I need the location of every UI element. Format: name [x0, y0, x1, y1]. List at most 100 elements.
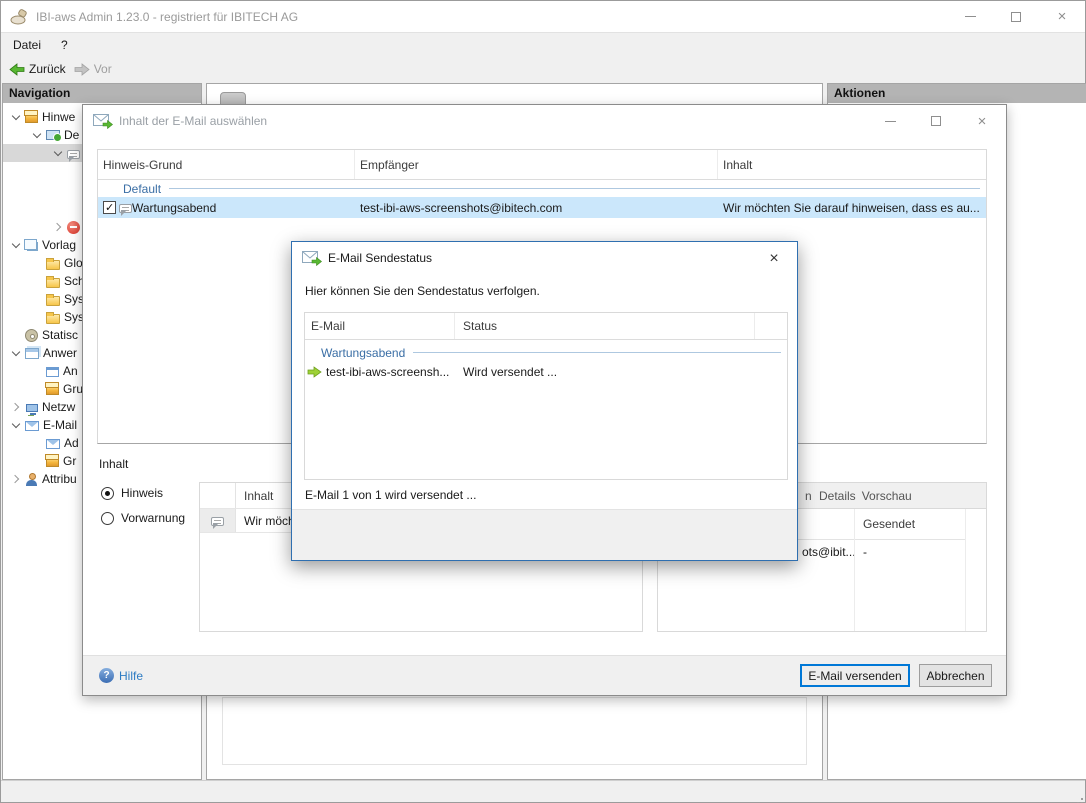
status-subtitle: Hier können Sie den Sendestatus verfolge…: [305, 284, 540, 298]
gear-icon: [25, 329, 38, 342]
group-label: Default: [123, 182, 161, 196]
preview-row-sent: -: [855, 540, 965, 564]
chevron-down-icon[interactable]: [9, 238, 23, 252]
radio-vorwarnung[interactable]: [101, 512, 114, 525]
titlebar: IBI-aws Admin 1.23.0 - registriert für I…: [1, 1, 1085, 32]
column-inhalt[interactable]: Inhalt: [718, 150, 986, 179]
chevron-down-icon[interactable]: [9, 346, 23, 360]
radio-hinweis-label: Hinweis: [121, 486, 163, 500]
help-icon: ?: [99, 668, 114, 683]
preview-spacer-column: [966, 509, 986, 631]
column-spacer: [755, 313, 787, 339]
chevron-right-icon[interactable]: [9, 472, 23, 486]
status-close-button[interactable]: ×: [759, 248, 789, 270]
sending-arrow-icon: [307, 366, 322, 378]
app-window: IBI-aws Admin 1.23.0 - registriert für I…: [0, 0, 1086, 803]
toolbar: Zurück Vor: [1, 57, 1085, 81]
icon-column-header: [200, 483, 236, 508]
network-icon: [26, 404, 38, 412]
gesendet-column-header[interactable]: Gesendet: [855, 509, 965, 540]
column-empfaenger[interactable]: Empfänger: [355, 150, 718, 179]
status-row-email: test-ibi-aws-screensh...: [326, 365, 449, 379]
send-email-button[interactable]: E-Mail versenden: [800, 664, 910, 687]
cancel-button[interactable]: Abbrechen: [919, 664, 992, 687]
select-dialog-titlebar: Inhalt der E-Mail auswählen ×: [83, 105, 1006, 137]
folder-icon: [46, 314, 60, 324]
status-dialog-title: E-Mail Sendestatus: [328, 251, 432, 265]
group-row-wartungsabend: Wartungsabend: [305, 344, 787, 361]
app-window-icon: [46, 367, 59, 377]
group-label: Wartungsabend: [321, 346, 405, 360]
menu-datei[interactable]: Datei: [1, 33, 51, 57]
row-recipient: test-ibi-aws-screenshots@ibitech.com: [355, 197, 718, 218]
menu-help[interactable]: ?: [51, 33, 78, 57]
close-icon: ×: [978, 114, 987, 129]
mail-icon: [25, 421, 39, 431]
status-dialog-footer: [292, 509, 797, 560]
maximize-icon: [1011, 12, 1021, 22]
group-divider-line: [169, 188, 980, 189]
actions-header: Aktionen: [828, 84, 1086, 103]
select-dialog-footer: ? Hilfe E-Mail versenden Abbrechen: [83, 655, 1006, 695]
radio-hinweis[interactable]: [101, 487, 114, 500]
forward-button[interactable]: Vor: [74, 62, 112, 76]
column-email[interactable]: E-Mail: [305, 313, 455, 339]
chevron-down-icon[interactable]: [51, 146, 65, 160]
tab-vorschau[interactable]: Vorschau: [862, 489, 912, 503]
help-label: Hilfe: [119, 669, 143, 683]
inhalt-column-header[interactable]: Inhalt: [236, 483, 273, 508]
notice-chat-icon: [119, 204, 132, 213]
email-send-icon: [93, 114, 113, 129]
folder-icon: [46, 278, 60, 288]
progress-text: E-Mail 1 von 1 wird versendet ...: [305, 488, 476, 502]
back-label: Zurück: [29, 62, 66, 76]
content-section-label: Inhalt: [99, 457, 128, 471]
tab-hidden-fragment[interactable]: n: [805, 489, 813, 503]
forward-arrow-icon: [74, 63, 90, 76]
radio-row-hinweis: Hinweis: [101, 486, 163, 500]
chevron-right-icon[interactable]: [9, 400, 23, 414]
dialog-close-button[interactable]: ×: [959, 110, 1005, 132]
status-table-row[interactable]: test-ibi-aws-screensh... Wird versendet …: [305, 361, 787, 383]
group-package-icon: [46, 385, 59, 395]
help-link[interactable]: ? Hilfe: [99, 668, 143, 683]
status-row-status: Wird versendet ...: [455, 365, 557, 379]
status-table: E-Mail Status Wartungsabend test-ibi-aws…: [304, 312, 788, 480]
resize-grip-icon[interactable]: [1077, 794, 1079, 796]
group-package-icon: [46, 457, 59, 467]
table-header-row: Hinweis-Grund Empfänger Inhalt: [98, 150, 986, 180]
dialog-minimize-button[interactable]: [867, 110, 913, 132]
maximize-icon: [931, 116, 941, 126]
monitor-check-icon: [46, 130, 60, 140]
tab-details[interactable]: Details: [819, 489, 856, 503]
close-button[interactable]: ×: [1039, 1, 1085, 32]
send-status-dialog: E-Mail Sendestatus × Hier können Sie den…: [291, 241, 798, 561]
dialog-maximize-button[interactable]: [913, 110, 959, 132]
templates-icon: [27, 242, 38, 251]
forward-label: Vor: [94, 62, 112, 76]
chevron-right-icon[interactable]: [51, 220, 65, 234]
envelope-icon: [46, 439, 60, 449]
email-send-icon: [302, 251, 322, 266]
table-row[interactable]: Wartungsabend test-ibi-aws-screenshots@i…: [98, 197, 986, 218]
notices-package-icon: [25, 113, 38, 123]
statusbar: [1, 780, 1085, 802]
back-arrow-icon: [9, 63, 25, 76]
back-button[interactable]: Zurück: [9, 62, 66, 76]
row-checkbox[interactable]: [103, 201, 116, 214]
chevron-down-icon[interactable]: [9, 418, 23, 432]
row-content: Wir möchten Sie darauf hinweisen, dass e…: [718, 197, 986, 218]
row-reason: Wartungsabend: [132, 201, 216, 215]
chevron-down-icon[interactable]: [9, 110, 23, 124]
select-dialog-title: Inhalt der E-Mail auswählen: [119, 114, 267, 128]
radio-row-vorwarnung: Vorwarnung: [101, 511, 185, 525]
group-row-default: Default: [98, 180, 986, 197]
group-divider-line: [413, 352, 781, 353]
maximize-button[interactable]: [993, 1, 1039, 32]
chevron-down-icon[interactable]: [30, 128, 44, 142]
column-hinweis-grund[interactable]: Hinweis-Grund: [98, 150, 355, 179]
minimize-button[interactable]: [947, 1, 993, 32]
minimize-icon: [885, 121, 896, 122]
window-title: IBI-aws Admin 1.23.0 - registriert für I…: [36, 10, 298, 24]
column-status[interactable]: Status: [455, 313, 755, 339]
